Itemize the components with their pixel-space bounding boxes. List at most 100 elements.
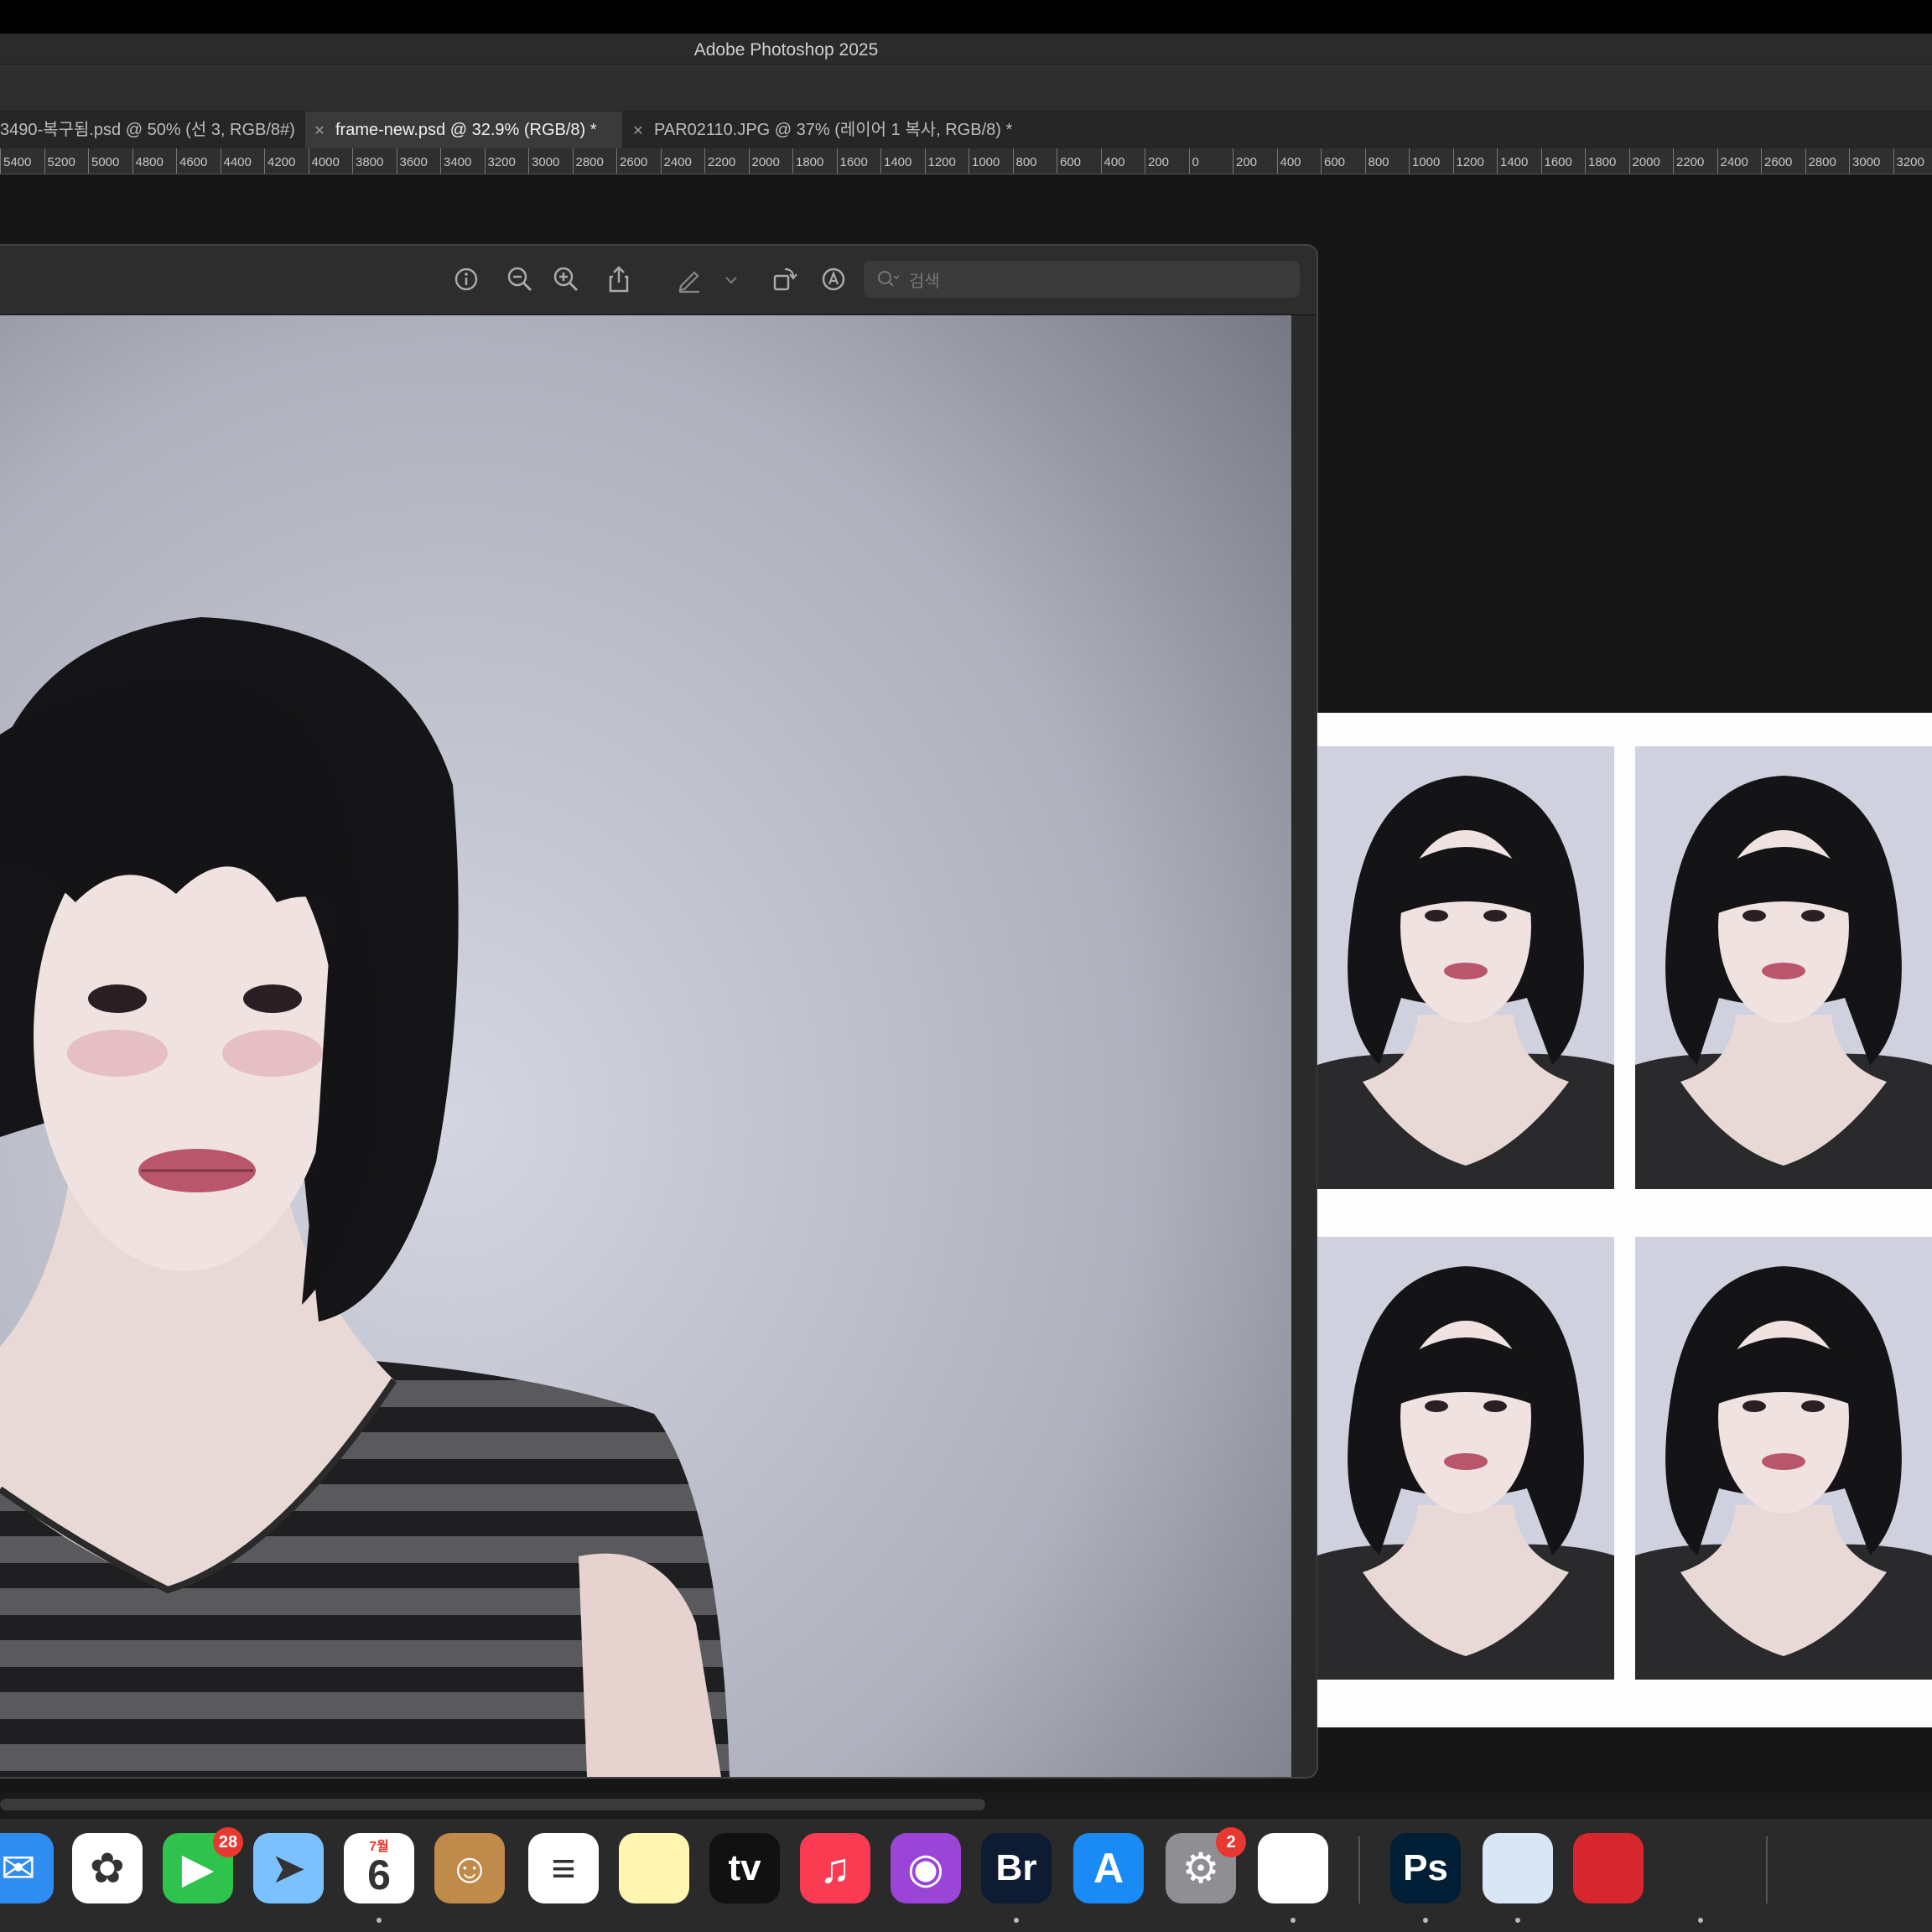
printer-icon[interactable] bbox=[1665, 1833, 1736, 1903]
search-field[interactable]: 검색 bbox=[864, 261, 1300, 298]
preview-toolbar: 검색 bbox=[0, 246, 1317, 315]
dock-icon-glyph: ≡ bbox=[551, 1845, 576, 1892]
ruler-tick-label: 200 bbox=[1145, 148, 1169, 174]
ruler-tick-label: 1400 bbox=[1497, 148, 1528, 174]
share-icon[interactable] bbox=[604, 264, 634, 294]
print-queue-icon[interactable] bbox=[1794, 1833, 1865, 1903]
chrome-icon[interactable] bbox=[1258, 1833, 1328, 1903]
dock-divider bbox=[1358, 1836, 1360, 1903]
ruler-tick-label: 400 bbox=[1100, 148, 1125, 174]
ruler-tick-label: 600 bbox=[1321, 148, 1345, 174]
ruler-tick-label: 1800 bbox=[792, 148, 823, 174]
app-store-icon[interactable]: A bbox=[1073, 1833, 1144, 1903]
horizontal-ruler[interactable]: 5400 5200 5000 4800 4600 4400 4200 4000 3800 3600… bbox=[0, 148, 1932, 174]
ruler-tick-label: 4000 bbox=[308, 148, 340, 174]
contacts-icon[interactable]: ☺ bbox=[434, 1833, 505, 1903]
ruler-tick-label: 3200 bbox=[484, 148, 516, 174]
photoshop-icon[interactable]: Ps bbox=[1390, 1833, 1461, 1903]
dock-icon-glyph: Br bbox=[995, 1847, 1037, 1888]
ruler-tick-label: 1600 bbox=[1540, 148, 1572, 174]
dock-icon-glyph: ➤ bbox=[271, 1845, 306, 1892]
ruler-tick-label: 5200 bbox=[44, 148, 75, 174]
ruler-tick-label: 2200 bbox=[1673, 148, 1704, 174]
dock-icon-glyph: ♫ bbox=[819, 1845, 851, 1892]
dock-icon-glyph bbox=[1573, 1833, 1644, 1903]
photo-booth-icon[interactable] bbox=[1573, 1833, 1644, 1903]
ruler-tick-label: 5000 bbox=[88, 148, 119, 174]
preview-scrollbar[interactable] bbox=[1291, 315, 1317, 1777]
ruler-tick-label: 2400 bbox=[660, 148, 692, 174]
info-icon[interactable] bbox=[451, 264, 481, 294]
ruler-tick-label: 600 bbox=[1057, 148, 1081, 174]
ruler-tick-label: 4800 bbox=[132, 148, 164, 174]
ruler-tick-label: 800 bbox=[1012, 148, 1037, 174]
tab-label: frame-new.psd @ 32.9% (RGB/8) * bbox=[335, 121, 597, 139]
dock-icon-glyph bbox=[1483, 1833, 1553, 1903]
ruler-tick-label: 1800 bbox=[1585, 148, 1616, 174]
annotate-icon[interactable] bbox=[818, 264, 849, 294]
ruler-tick-label: 3400 bbox=[440, 148, 471, 174]
preview-photo bbox=[0, 315, 1291, 1777]
ruler-tick-label: 1200 bbox=[1452, 148, 1484, 174]
ruler-tick-label: 0 bbox=[1188, 148, 1199, 174]
tab-frame-new[interactable]: ✕ frame-new.psd @ 32.9% (RGB/8) * bbox=[305, 112, 622, 148]
dock-icon-glyph bbox=[1258, 1833, 1328, 1903]
running-indicator bbox=[1423, 1918, 1428, 1923]
tab-3490[interactable]: 3490-복구됨.psd @ 50% (선 3, RGB/8#) bbox=[0, 112, 304, 148]
ruler-tick-label: 2000 bbox=[1628, 148, 1660, 174]
dock-icon-glyph: tv bbox=[728, 1847, 761, 1888]
notes-icon[interactable] bbox=[619, 1833, 689, 1903]
zoom-in-icon[interactable] bbox=[551, 264, 581, 294]
bridge-icon[interactable]: Br bbox=[981, 1833, 1052, 1903]
ruler-tick-label: 3800 bbox=[352, 148, 383, 174]
ruler-tick-label: 1000 bbox=[1409, 148, 1440, 174]
chevron-down-icon[interactable] bbox=[721, 264, 741, 294]
ruler-tick-label: 4400 bbox=[220, 148, 252, 174]
apple-tv-icon[interactable]: tv bbox=[709, 1833, 780, 1903]
zoom-out-icon[interactable] bbox=[505, 264, 535, 294]
thumbnail-photo bbox=[1317, 746, 1614, 1189]
document-tab-bar: 3490-복구됨.psd @ 50% (선 3, RGB/8#) ✕ frame-… bbox=[0, 112, 1932, 148]
thumbnail-photo bbox=[1635, 746, 1932, 1189]
running-indicator bbox=[1698, 1918, 1703, 1923]
ruler-tick-label: 400 bbox=[1276, 148, 1301, 174]
maps-icon[interactable]: ➤ bbox=[253, 1833, 324, 1903]
calendar-month-label: 7월 bbox=[369, 1840, 389, 1854]
music-icon[interactable]: ♫ bbox=[800, 1833, 870, 1903]
markup-icon[interactable] bbox=[674, 264, 704, 294]
ruler-tick-label: 2800 bbox=[1805, 148, 1836, 174]
podcasts-icon[interactable]: ◉ bbox=[891, 1833, 961, 1903]
thumbnail-photo bbox=[1635, 1237, 1932, 1680]
ruler-tick-label: 2800 bbox=[572, 148, 604, 174]
mail-icon[interactable]: ✉ bbox=[0, 1833, 54, 1903]
calendar-icon[interactable]: 6 7월 bbox=[344, 1833, 414, 1903]
dock-icon-glyph bbox=[1887, 1833, 1932, 1903]
dock-icon-glyph: ✉ bbox=[1, 1845, 36, 1892]
close-icon[interactable]: ✕ bbox=[310, 113, 329, 148]
options-bar bbox=[0, 65, 1932, 112]
dock-icon-glyph: Ps bbox=[1403, 1847, 1448, 1888]
close-icon[interactable]: ✕ bbox=[629, 113, 647, 148]
ruler-tick-label: 2600 bbox=[1761, 148, 1792, 174]
search-placeholder: 검색 bbox=[909, 273, 940, 291]
dock-icon-glyph bbox=[619, 1833, 689, 1903]
preview-icon[interactable] bbox=[1483, 1833, 1553, 1903]
ruler-tick-label: 1200 bbox=[924, 148, 956, 174]
photos-icon[interactable]: ✿ bbox=[72, 1833, 143, 1903]
ruler-tick-label: 1400 bbox=[880, 148, 911, 174]
running-indicator bbox=[1014, 1918, 1019, 1923]
reminders-icon[interactable]: ≡ bbox=[528, 1833, 599, 1903]
rotate-icon[interactable] bbox=[770, 264, 800, 294]
running-indicator bbox=[1291, 1918, 1296, 1923]
horizontal-scrollbar[interactable] bbox=[0, 1799, 985, 1810]
ruler-tick-label: 2600 bbox=[616, 148, 647, 174]
running-indicator bbox=[1515, 1918, 1520, 1923]
ruler-tick-label: 1600 bbox=[836, 148, 868, 174]
tab-label: 3490-복구됨.psd @ 50% (선 3, RGB/8#) bbox=[0, 121, 295, 139]
ruler-tick-label: 200 bbox=[1233, 148, 1257, 174]
tab-par02110[interactable]: ✕ PAR02110.JPG @ 37% (레이어 1 복사, RGB/8) * bbox=[624, 112, 1015, 148]
trash-icon[interactable] bbox=[1887, 1833, 1932, 1903]
dock-icon-glyph: ◉ bbox=[907, 1845, 944, 1892]
ruler-tick-label: 4200 bbox=[264, 148, 295, 174]
dock-icon-glyph bbox=[1665, 1833, 1736, 1903]
